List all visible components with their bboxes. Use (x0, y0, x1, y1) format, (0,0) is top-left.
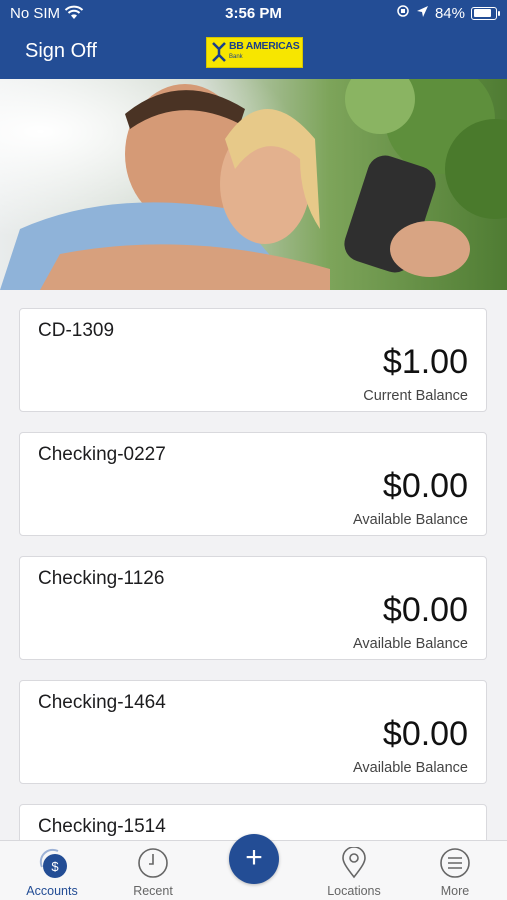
location-arrow-icon (416, 5, 429, 22)
account-name: CD-1309 (38, 320, 115, 341)
battery-percent: 84% (434, 4, 465, 22)
account-name: Checking-1464 (38, 692, 166, 713)
account-name: Checking-1514 (38, 816, 166, 837)
app-screen: No SIM 3:56 PM 84% Sign Off BB AMERICAS … (0, 0, 507, 900)
bank-logo: BB AMERICAS Bank (206, 37, 303, 68)
tab-more[interactable]: More (405, 841, 505, 900)
menu-icon (439, 847, 471, 879)
tab-recent[interactable]: Recent (103, 841, 203, 900)
account-card[interactable]: Checking-0227 $0.00 Available Balance (19, 432, 487, 536)
status-bar: No SIM 3:56 PM 84% (0, 0, 507, 28)
tab-locations[interactable]: Locations (304, 841, 404, 900)
status-indicators: 84% (396, 4, 500, 22)
account-card[interactable]: CD-1309 $1.00 Current Balance (19, 308, 487, 412)
account-balance: $0.00 (382, 715, 468, 753)
add-button[interactable]: + (229, 834, 279, 884)
bank-logo-subtext: Bank (229, 54, 243, 60)
tab-recent-label: Recent (133, 884, 173, 898)
tab-accounts[interactable]: $ Accounts (2, 841, 102, 900)
account-card[interactable]: Checking-1126 $0.00 Available Balance (19, 556, 487, 660)
account-balance: $0.00 (382, 467, 468, 505)
account-list: CD-1309 $1.00 Current Balance Checking-0… (19, 308, 489, 900)
battery-icon (471, 6, 500, 20)
account-balance: $1.00 (382, 343, 468, 381)
hero-banner-image (0, 79, 507, 290)
orientation-lock-icon (396, 4, 410, 22)
bank-logo-text: BB AMERICAS (229, 40, 300, 52)
balance-label: Available Balance (352, 760, 468, 776)
account-card[interactable]: Checking-1464 $0.00 Available Balance (19, 680, 487, 784)
map-pin-icon (338, 846, 370, 879)
balance-label: Current Balance (363, 388, 468, 404)
tab-accounts-label: Accounts (26, 884, 78, 898)
tab-more-label: More (440, 884, 470, 898)
bank-logo-mark-icon (212, 42, 226, 62)
svg-text:$: $ (51, 859, 59, 874)
dollar-coin-icon: $ (36, 847, 68, 879)
plus-icon: + (245, 841, 263, 874)
account-balance: $0.00 (382, 591, 468, 629)
account-name: Checking-1126 (38, 568, 165, 589)
account-name: Checking-0227 (38, 444, 166, 465)
sign-off-button[interactable]: Sign Off (25, 40, 97, 63)
tab-locations-label: Locations (327, 884, 381, 898)
nav-bar: Sign Off BB AMERICAS Bank (0, 28, 507, 79)
balance-label: Available Balance (352, 512, 468, 528)
balance-label: Available Balance (352, 636, 468, 652)
clock-icon (137, 847, 169, 879)
